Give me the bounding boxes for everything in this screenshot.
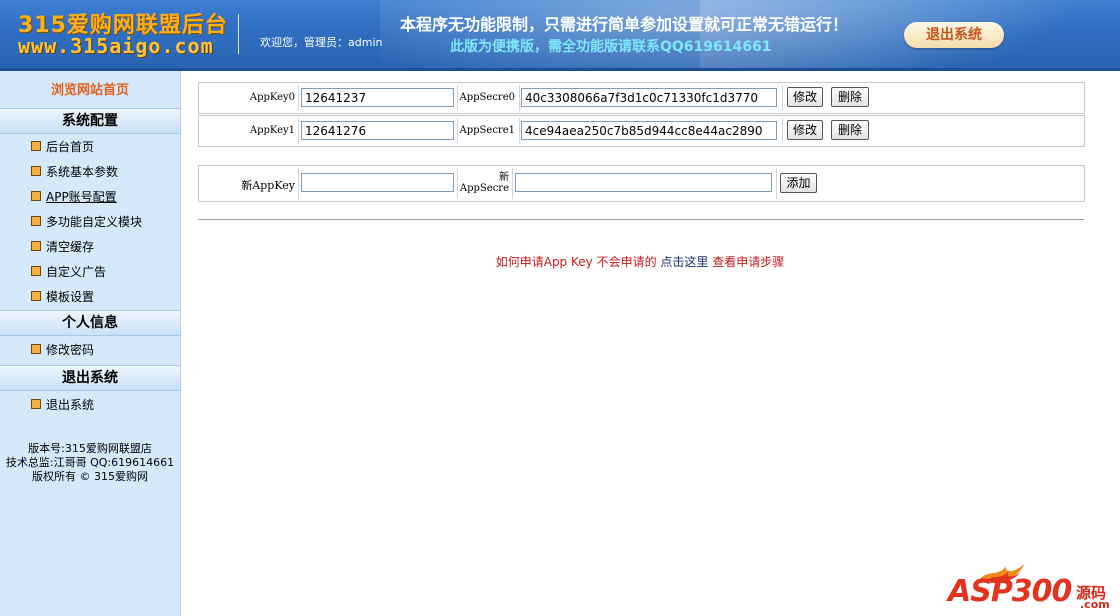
new-appsecret-label: 新 AppSecre xyxy=(457,168,509,194)
bullet-icon xyxy=(31,344,41,354)
appkey-label: AppKey1 xyxy=(249,125,295,136)
cell-divider xyxy=(298,85,299,111)
appsecret-label: AppSecre0 xyxy=(459,92,515,103)
click-here-link[interactable]: 点击这里 xyxy=(660,255,708,269)
delete-button[interactable]: 删除 xyxy=(831,120,869,140)
cell-divider xyxy=(776,168,777,199)
new-appsecret-label-line1: 新 xyxy=(499,172,509,183)
cell-divider xyxy=(519,85,520,111)
copyright-text: 版权所有 © 315爱购网 xyxy=(32,470,148,483)
tech-contact-text: 技术总监:江哥哥 QQ:619614661 xyxy=(5,456,175,469)
appsecret-label: AppSecre1 xyxy=(459,125,515,136)
new-appkey-input[interactable] xyxy=(301,173,454,192)
add-button[interactable]: 添加 xyxy=(780,173,817,193)
new-appkey-row: 新AppKey 新 AppSecre 添加 xyxy=(198,165,1085,202)
sidebar-item-logout[interactable]: 退出系统 xyxy=(31,396,94,413)
new-appsecret-input[interactable] xyxy=(515,173,772,192)
cell-divider xyxy=(298,168,299,199)
new-appkey-label: 新AppKey xyxy=(241,179,295,192)
appkey-row: AppKey1 12641276 AppSecre1 4ce94aea250c7… xyxy=(198,115,1085,147)
notice-line-2: 此版为便携版，需全功能版请联系QQ619614661 xyxy=(450,39,772,55)
appkey-input[interactable]: 12641276 xyxy=(301,121,454,140)
appkey-row: AppKey0 12641237 AppSecre0 40c3308066a7f… xyxy=(198,82,1085,114)
header-banner: 315爱购网联盟后台 www.315aigo.com 欢迎您，管理员：admin… xyxy=(0,0,1120,68)
cell-divider xyxy=(782,118,783,144)
sidebar-item-basic-params[interactable]: 系统基本参数 xyxy=(31,163,118,180)
sidebar: 浏览网站首页 系统配置 后台首页 系统基本参数 APP账号配置 多功能自定义模块… xyxy=(0,71,181,616)
edit-button[interactable]: 修改 xyxy=(787,120,823,140)
bullet-icon xyxy=(31,141,41,151)
view-steps-link[interactable]: 查看申请步骤 xyxy=(712,255,784,269)
sidebar-item-change-password[interactable]: 修改密码 xyxy=(31,341,94,358)
cell-divider xyxy=(457,118,458,144)
sidebar-footer: 版本号:315爱购网联盟店 技术总监:江哥哥 QQ:619614661 版权所有… xyxy=(0,442,180,484)
divider-line xyxy=(198,219,1084,220)
browse-home-link[interactable]: 浏览网站首页 xyxy=(0,79,180,98)
cell-divider xyxy=(457,85,458,111)
appkey-label: AppKey0 xyxy=(249,92,295,103)
bullet-icon xyxy=(31,191,41,201)
bullet-icon xyxy=(31,216,41,226)
sidebar-item-template-settings[interactable]: 模板设置 xyxy=(31,288,94,305)
sidebar-item-admin-home[interactable]: 后台首页 xyxy=(31,138,94,155)
new-appsecret-label-line2: AppSecre xyxy=(459,183,509,194)
bullet-icon xyxy=(31,166,41,176)
header-divider xyxy=(238,14,239,54)
help-question: 如何申请App Key 不会申请的 xyxy=(495,255,657,269)
bullet-icon xyxy=(31,241,41,251)
bullet-icon xyxy=(31,291,41,301)
sidebar-item-custom-module[interactable]: 多功能自定义模块 xyxy=(31,213,142,230)
section-personal-info[interactable]: 个人信息 xyxy=(0,310,180,336)
welcome-text: 欢迎您，管理员：admin xyxy=(260,36,383,49)
bullet-icon xyxy=(31,399,41,409)
edit-button[interactable]: 修改 xyxy=(787,87,823,107)
appsecret-input[interactable]: 40c3308066a7f3d1c0c71330fc1d3770 xyxy=(521,88,777,107)
logo-url: www.315aigo.com xyxy=(18,34,214,58)
sidebar-item-app-account[interactable]: APP账号配置 xyxy=(31,188,117,205)
delete-button[interactable]: 删除 xyxy=(831,87,869,107)
section-logout[interactable]: 退出系统 xyxy=(0,365,180,391)
watermark-brand: ASP300 xyxy=(948,574,1072,609)
watermark-com: .com xyxy=(1080,598,1110,611)
cell-divider xyxy=(298,118,299,144)
help-text: 如何申请App Key 不会申请的 点击这里 查看申请步骤 xyxy=(0,253,1120,270)
appkey-input[interactable]: 12641237 xyxy=(301,88,454,107)
cell-divider xyxy=(782,85,783,111)
cell-divider xyxy=(519,118,520,144)
logout-button[interactable]: 退出系统 xyxy=(904,22,1004,48)
version-text: 版本号:315爱购网联盟店 xyxy=(28,442,152,455)
section-system-config[interactable]: 系统配置 xyxy=(0,108,180,134)
cell-divider xyxy=(512,168,513,199)
notice-line-1: 本程序无功能限制，只需进行简单参加设置就可正常无错运行！ xyxy=(400,15,849,34)
appsecret-input[interactable]: 4ce94aea250c7b85d944cc8e44ac2890 xyxy=(521,121,777,140)
